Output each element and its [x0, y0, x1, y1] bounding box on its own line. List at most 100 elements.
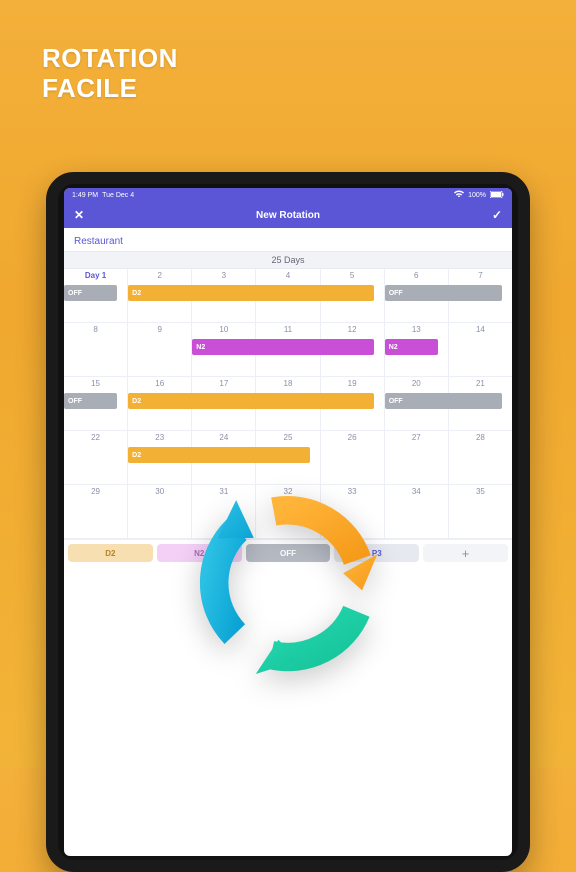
day-cell[interactable]: 35 — [449, 485, 512, 539]
grid-row: 29303132333435 — [64, 485, 512, 539]
statusbar: 1:49 PM Tue Dec 4 100% — [64, 188, 512, 202]
day-number: 35 — [449, 487, 512, 496]
day-cell[interactable]: 24 — [192, 431, 256, 485]
day-number: 7 — [449, 271, 512, 280]
day-cell[interactable]: 15OFF — [64, 377, 128, 431]
day-cell[interactable]: 20OFF — [385, 377, 449, 431]
day-number: 19 — [321, 379, 384, 388]
day-number: 25 — [256, 433, 319, 442]
day-cell[interactable]: 10N2 — [192, 323, 256, 377]
event-off[interactable] — [448, 285, 502, 301]
day-number: 12 — [321, 325, 384, 334]
day-cell[interactable]: 22 — [64, 431, 128, 485]
event-n2[interactable] — [320, 339, 374, 355]
day-number: 30 — [128, 487, 191, 496]
event-d2[interactable]: D2 — [128, 393, 192, 409]
headline-line1: ROTATION — [42, 44, 178, 74]
day-number: Day 1 — [64, 271, 127, 280]
event-off[interactable]: OFF — [64, 393, 117, 409]
navbar-title: New Rotation — [256, 210, 320, 221]
day-cell[interactable]: 32 — [256, 485, 320, 539]
event-off[interactable]: OFF — [64, 285, 117, 301]
event-d2[interactable] — [191, 447, 256, 463]
statusbar-battery-pct: 100% — [468, 192, 486, 199]
day-cell[interactable]: 27 — [385, 431, 449, 485]
event-d2[interactable]: D2 — [128, 285, 192, 301]
confirm-button[interactable]: ✓ — [482, 202, 512, 228]
event-d2[interactable] — [255, 393, 320, 409]
day-number: 34 — [385, 487, 448, 496]
event-d2[interactable] — [320, 285, 374, 301]
day-number: 17 — [192, 379, 255, 388]
legend-chip-off[interactable]: OFF — [246, 544, 331, 562]
day-number: 18 — [256, 379, 319, 388]
day-cell[interactable]: 31 — [192, 485, 256, 539]
day-cell[interactable]: 9 — [128, 323, 192, 377]
promo-headline: ROTATION FACILE — [42, 44, 178, 104]
event-d2[interactable] — [255, 285, 320, 301]
day-number: 6 — [385, 271, 448, 280]
event-d2[interactable] — [320, 393, 374, 409]
day-number: 4 — [256, 271, 319, 280]
event-d2[interactable] — [191, 285, 256, 301]
day-number: 29 — [64, 487, 127, 496]
day-cell[interactable]: 26 — [321, 431, 385, 485]
rotation-grid: Day 1OFF2D23456OFF78910N2111213N21415OFF… — [64, 269, 512, 539]
day-cell[interactable]: 21 — [449, 377, 512, 431]
headline-line2: FACILE — [42, 74, 178, 104]
day-cell[interactable]: 2D2 — [128, 269, 192, 323]
rotation-name-field[interactable]: Restaurant — [64, 228, 512, 251]
legend-chip-d2[interactable]: D2 — [68, 544, 153, 562]
day-cell[interactable]: 5 — [321, 269, 385, 323]
check-icon: ✓ — [492, 208, 502, 222]
duration-header: 25 Days — [64, 251, 512, 269]
day-cell[interactable]: 19 — [321, 377, 385, 431]
event-n2[interactable]: N2 — [385, 339, 438, 355]
grid-row: 2223 D22425262728 — [64, 431, 512, 485]
day-cell[interactable]: 13N2 — [385, 323, 449, 377]
day-cell[interactable]: Day 1 OFF — [64, 269, 128, 323]
day-cell[interactable]: 3 — [192, 269, 256, 323]
day-cell[interactable]: 11 — [256, 323, 320, 377]
event-d2[interactable] — [191, 393, 256, 409]
event-off[interactable]: OFF — [385, 285, 449, 301]
day-cell[interactable]: 30 — [128, 485, 192, 539]
day-cell[interactable]: 4 — [256, 269, 320, 323]
day-cell[interactable]: 12 — [321, 323, 385, 377]
day-cell[interactable]: 34 — [385, 485, 449, 539]
day-number: 24 — [192, 433, 255, 442]
event-d2[interactable] — [255, 447, 309, 463]
day-number: 16 — [128, 379, 191, 388]
event-n2[interactable] — [255, 339, 320, 355]
legend-chip-p3[interactable]: P3 — [334, 544, 419, 562]
close-button[interactable]: ✕ — [64, 202, 94, 228]
grid-row: 15OFF16 D217181920OFF21 — [64, 377, 512, 431]
event-d2[interactable]: D2 — [128, 447, 192, 463]
event-n2[interactable]: N2 — [192, 339, 256, 355]
day-cell[interactable]: 14 — [449, 323, 512, 377]
legend-chip-n2[interactable]: N2 — [157, 544, 242, 562]
statusbar-time: 1:49 PM — [72, 192, 98, 199]
day-cell[interactable]: 29 — [64, 485, 128, 539]
day-cell[interactable]: 18 — [256, 377, 320, 431]
day-cell[interactable]: 28 — [449, 431, 512, 485]
statusbar-date: Tue Dec 4 — [102, 192, 134, 199]
day-cell[interactable]: 8 — [64, 323, 128, 377]
day-cell[interactable]: 17 — [192, 377, 256, 431]
day-cell[interactable]: 25 — [256, 431, 320, 485]
event-off[interactable]: OFF — [385, 393, 449, 409]
day-number: 33 — [321, 487, 384, 496]
day-cell[interactable]: 33 — [321, 485, 385, 539]
day-cell[interactable]: 16 D2 — [128, 377, 192, 431]
day-number: 8 — [64, 325, 127, 334]
navbar: ✕ New Rotation ✓ — [64, 202, 512, 228]
day-cell[interactable]: 6 OFF — [385, 269, 449, 323]
day-cell[interactable]: 23 D2 — [128, 431, 192, 485]
day-cell[interactable]: 7 — [449, 269, 512, 323]
day-number: 3 — [192, 271, 255, 280]
event-off[interactable] — [448, 393, 502, 409]
tablet-frame: 1:49 PM Tue Dec 4 100% ✕ New Rotation ✓ — [46, 172, 530, 872]
day-number: 23 — [128, 433, 191, 442]
day-number: 27 — [385, 433, 448, 442]
legend-add-button[interactable]: + — [423, 544, 508, 562]
